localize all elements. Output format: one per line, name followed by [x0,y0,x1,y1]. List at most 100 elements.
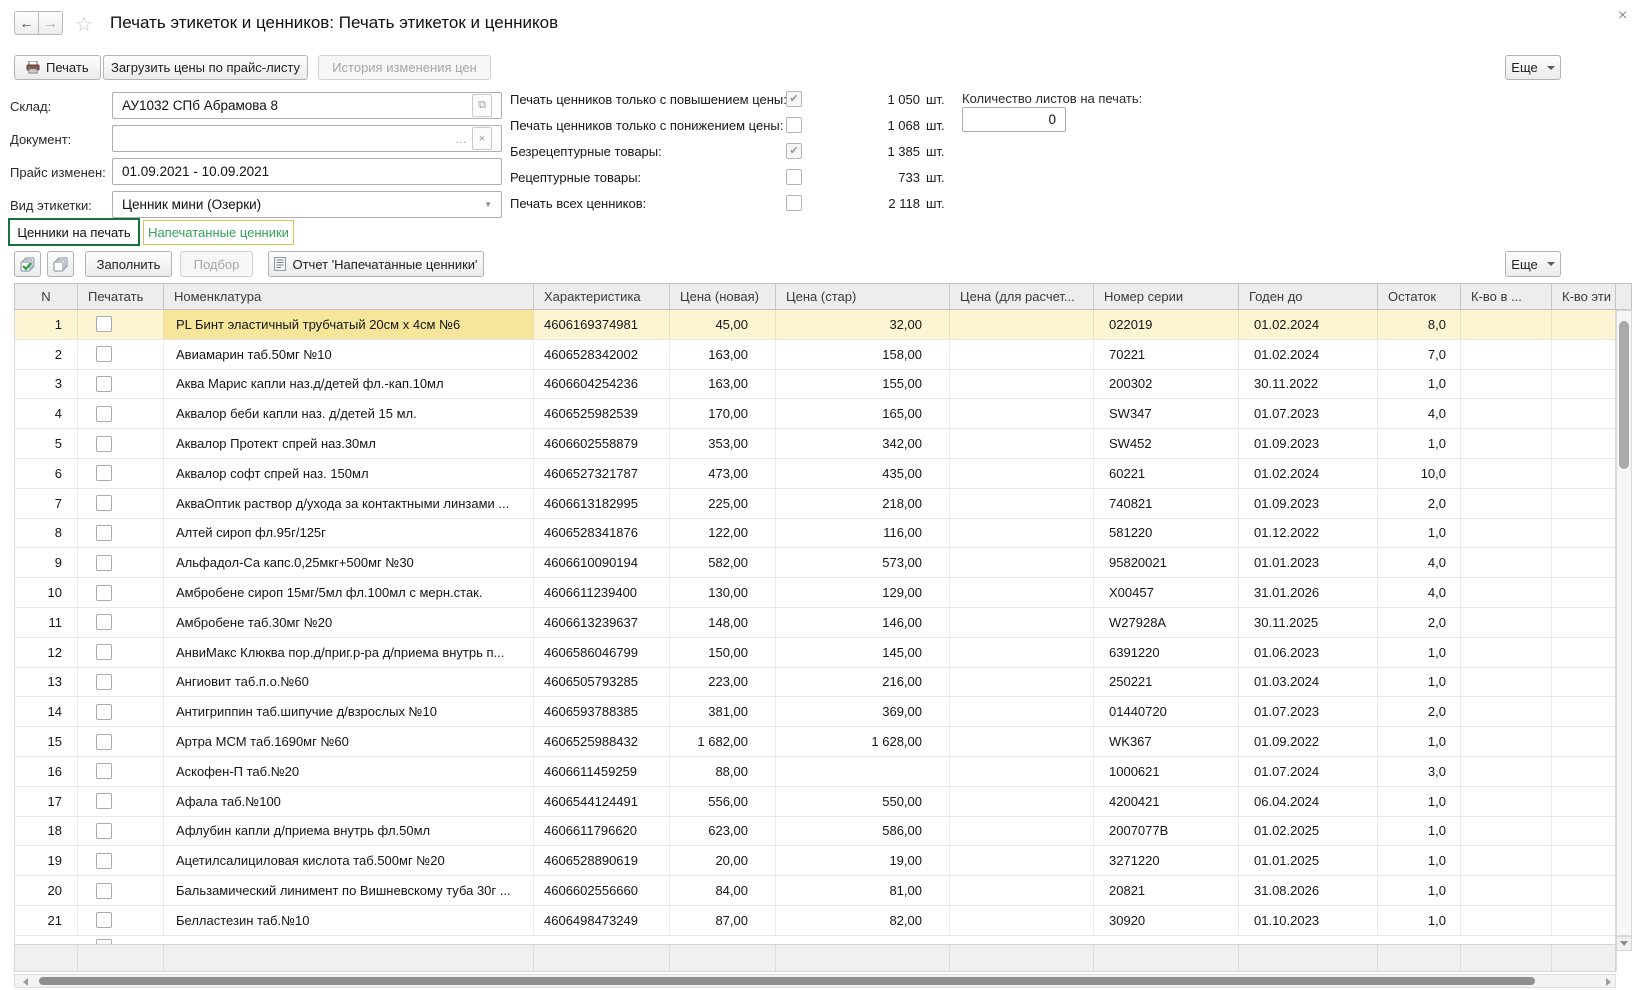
cell-valid-until[interactable]: 01.12.2022 [1239,519,1378,548]
cell-price-new[interactable]: 163,00 [670,340,776,369]
cell-valid-until[interactable]: 01.10.2023 [1239,906,1378,935]
cell-price-calc[interactable] [950,399,1094,428]
cell-stock[interactable]: 1,0 [1378,817,1461,846]
cell-nomenclature[interactable]: Белластезин таб.№10 [164,906,534,935]
cell-characteristic[interactable]: 4606604254236 [534,370,670,399]
scroll-left-icon[interactable] [23,978,28,986]
cell-serial-number[interactable]: 740821 [1094,489,1239,518]
cell-print-checkbox[interactable] [78,757,164,786]
column-header-print-checkbox[interactable]: Печатать [78,284,164,309]
cell-index[interactable]: 21 [15,906,78,935]
row-print-checkbox[interactable] [96,436,112,452]
cell-price-new[interactable]: 170,00 [670,399,776,428]
cell-nomenclature[interactable]: Аквалор софт спрей наз. 150мл [164,459,534,488]
cell-nomenclature[interactable]: Алтей сироп фл.95г/125г [164,519,534,548]
row-print-checkbox[interactable] [96,734,112,750]
cell-price-old[interactable]: 586,00 [776,817,950,846]
cell-price-calc[interactable] [950,489,1094,518]
cell-stock[interactable]: 1,0 [1378,429,1461,458]
cell-print-checkbox[interactable] [78,668,164,697]
table-row[interactable]: 15Артра МСМ таб.1690мг №6046065259884321… [15,727,1615,757]
cell-valid-until[interactable]: 01.09.2023 [1239,429,1378,458]
cell-serial-number[interactable]: 2007077B [1094,817,1239,846]
favorite-star-icon[interactable]: ☆ [75,12,93,37]
row-print-checkbox[interactable] [96,823,112,839]
cell-stock[interactable]: 3,0 [1378,757,1461,786]
cell-stock[interactable]: 2,0 [1378,697,1461,726]
cell-price-calc[interactable] [950,757,1094,786]
cell-index[interactable]: 6 [15,459,78,488]
cell-price-old[interactable]: 435,00 [776,459,950,488]
scroll-down-arrow[interactable] [1616,936,1632,951]
column-header-nomenclature[interactable]: Номенклатура [164,284,534,309]
cell-serial-number[interactable]: 4200421 [1094,787,1239,816]
cell-characteristic[interactable]: 4606528342002 [534,340,670,369]
cell-qty-labels[interactable] [1552,787,1617,816]
cell-qty-pack[interactable] [1461,399,1552,428]
cell-characteristic[interactable]: 4606602556660 [534,876,670,905]
cell-index[interactable]: 15 [15,727,78,756]
pick-button[interactable]: Подбор [180,251,253,277]
more-button-table[interactable]: Еще [1505,251,1561,277]
table-row[interactable]: 8Алтей сироп фл.95г/125г4606528341876122… [15,519,1615,549]
cell-valid-until[interactable]: 01.06.2023 [1239,638,1378,667]
cell-price-old[interactable]: 573,00 [776,548,950,577]
row-print-checkbox[interactable] [96,555,112,571]
cell-qty-pack[interactable] [1461,608,1552,637]
cell-price-old[interactable] [776,757,950,786]
cell-price-old[interactable]: 32,00 [776,310,950,339]
forward-button[interactable]: → [38,11,63,35]
table-row[interactable]: 18Афлубин капли д/приема внутрь фл.50мл4… [15,817,1615,847]
cell-nomenclature[interactable]: Ацетилсалициловая кислота таб.500мг №20 [164,846,534,875]
price-changed-field[interactable]: 01.09.2021 - 10.09.2021 [112,158,502,185]
cell-qty-pack[interactable] [1461,757,1552,786]
cell-characteristic[interactable]: 4606528890619 [534,846,670,875]
cell-price-old[interactable]: 158,00 [776,340,950,369]
cell-stock[interactable]: 4,0 [1378,578,1461,607]
more-button-top[interactable]: Еще [1505,55,1561,80]
cell-index[interactable]: 12 [15,638,78,667]
cell-qty-pack[interactable] [1461,370,1552,399]
table-row[interactable]: 1PL Бинт эластичный трубчатый 20см х 4см… [15,310,1615,340]
cell-price-old[interactable]: 218,00 [776,489,950,518]
cell-index[interactable]: 5 [15,429,78,458]
cell-qty-pack[interactable] [1461,638,1552,667]
cell-qty-labels[interactable] [1552,638,1617,667]
cell-price-new[interactable]: 225,00 [670,489,776,518]
vertical-scrollbar[interactable] [1616,310,1632,936]
cell-print-checkbox[interactable] [78,876,164,905]
cell-price-old[interactable]: 1 628,00 [776,727,950,756]
row-print-checkbox[interactable] [96,406,112,422]
column-header-qty-pack[interactable]: К-во в ... [1461,284,1552,309]
cell-price-calc[interactable] [950,668,1094,697]
print-button[interactable]: Печать [14,55,101,80]
row-print-checkbox[interactable] [96,853,112,869]
warehouse-field[interactable]: АУ1032 СПб Абрамова 8 ⧉ [112,92,502,119]
cell-price-new[interactable]: 381,00 [670,697,776,726]
cell-characteristic[interactable]: 4606613239637 [534,608,670,637]
row-print-checkbox[interactable] [96,346,112,362]
table-row[interactable]: 4Аквалор беби капли наз. д/детей 15 мл.4… [15,399,1615,429]
cell-price-calc[interactable] [950,519,1094,548]
cell-price-old[interactable]: 81,00 [776,876,950,905]
cell-price-calc[interactable] [950,608,1094,637]
cell-print-checkbox[interactable] [78,548,164,577]
table-row[interactable]: 11Амбробене таб.30мг №204606613239637148… [15,608,1615,638]
cell-nomenclature[interactable]: АкваОптик раствор д/ухода за контактными… [164,489,534,518]
cell-price-calc[interactable] [950,310,1094,339]
column-header-stock[interactable]: Остаток [1378,284,1461,309]
filter-checkbox-rx[interactable] [786,169,802,185]
cell-qty-pack[interactable] [1461,578,1552,607]
cell-valid-until[interactable]: 30.11.2022 [1239,370,1378,399]
cell-print-checkbox[interactable] [78,340,164,369]
cell-stock[interactable]: 1,0 [1378,906,1461,935]
cell-price-calc[interactable] [950,548,1094,577]
cell-price-new[interactable]: 150,00 [670,638,776,667]
cell-qty-labels[interactable] [1552,608,1617,637]
cell-nomenclature[interactable]: PL Бинт эластичный трубчатый 20см х 4см … [164,310,534,339]
cell-price-calc[interactable] [950,459,1094,488]
cell-price-calc[interactable] [950,429,1094,458]
cell-characteristic[interactable]: 4606610090194 [534,548,670,577]
cell-qty-labels[interactable] [1552,429,1617,458]
cell-serial-number[interactable]: 022019 [1094,310,1239,339]
